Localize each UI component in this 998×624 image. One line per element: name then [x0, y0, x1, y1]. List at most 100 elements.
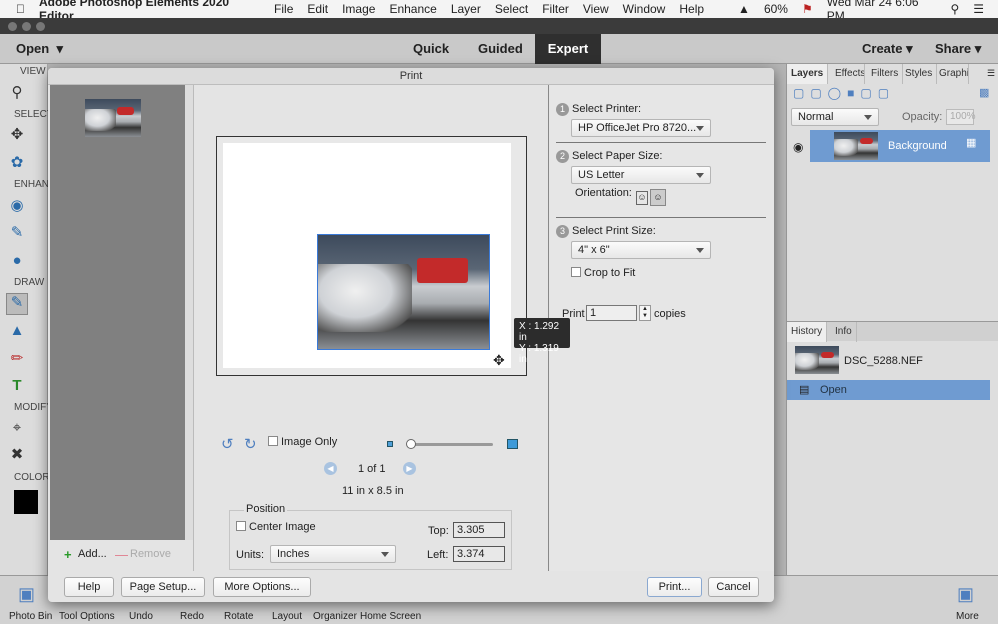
layer-lock-icon[interactable]: ▦	[966, 136, 976, 149]
share-button[interactable]: Share ▾	[935, 34, 981, 64]
photo-bin-icon[interactable]: ▣	[18, 584, 35, 605]
page-setup-button[interactable]: Page Setup...	[121, 577, 205, 597]
prev-page-button[interactable]: ◀	[324, 462, 337, 475]
units-select[interactable]: Inches	[270, 545, 396, 563]
tab-graphics[interactable]: Graphics	[935, 64, 969, 84]
menu-image[interactable]: Image	[342, 2, 375, 16]
foreground-color[interactable]	[14, 490, 38, 514]
minimize-button[interactable]	[22, 22, 31, 31]
rotate-right-icon[interactable]: ↻	[244, 435, 257, 453]
flag-icon[interactable]: ⚑	[802, 2, 813, 16]
tab-styles[interactable]: Styles	[901, 64, 938, 84]
center-image-checkbox[interactable]: Center Image	[236, 521, 316, 533]
create-button[interactable]: Create ▾	[862, 34, 913, 64]
portrait-orientation-button[interactable]: ☺	[636, 191, 648, 205]
blur-tool-icon[interactable]: ●	[8, 252, 26, 270]
zoom-slider[interactable]	[406, 439, 493, 449]
open-button[interactable]: Open ▾	[16, 34, 63, 64]
search-icon[interactable]: ⚲	[950, 2, 959, 16]
history-item-open[interactable]: ▤ Open	[787, 380, 990, 400]
menu-file[interactable]: File	[274, 2, 293, 16]
printer-select[interactable]: HP OfficeJet Pro 8720...	[571, 119, 711, 137]
mode-expert[interactable]: Expert	[535, 34, 601, 64]
menu-view[interactable]: View	[583, 2, 609, 16]
menu-layer[interactable]: Layer	[451, 2, 481, 16]
crop-tool-icon[interactable]: ⌖	[8, 419, 26, 437]
crop-to-fit-checkbox[interactable]: Crop to Fit	[571, 267, 635, 279]
menu-filter[interactable]: Filter	[542, 2, 569, 16]
zoom-button[interactable]	[36, 22, 45, 31]
more-options-button[interactable]: More Options...	[213, 577, 311, 597]
panel-menu-icon[interactable]: ☰	[987, 68, 995, 79]
image-only-checkbox[interactable]: Image Only	[268, 436, 337, 448]
tool-options-button[interactable]: Tool Options	[59, 611, 115, 622]
left-input[interactable]: 3.374	[453, 546, 505, 562]
step3-label: 3 Select Print Size:	[556, 225, 656, 238]
undo-button[interactable]: Undo	[129, 611, 153, 622]
organizer-button[interactable]: Organizer	[313, 611, 357, 622]
menu-select[interactable]: Select	[495, 2, 528, 16]
print-button[interactable]: Print...	[647, 577, 702, 597]
eject-icon[interactable]: ▲	[738, 2, 750, 16]
eye-tool-icon[interactable]: ◉	[8, 197, 26, 215]
menu-enhance[interactable]: Enhance	[389, 2, 436, 16]
home-screen-button[interactable]: Home Screen	[360, 611, 421, 622]
type-tool-icon[interactable]: T	[8, 377, 26, 395]
remove-button[interactable]: Remove	[130, 548, 171, 560]
zoom-large-icon	[507, 439, 518, 449]
menu-help[interactable]: Help	[679, 2, 704, 16]
move-tool-icon[interactable]: ✥	[8, 126, 26, 144]
paper-size-select[interactable]: US Letter	[571, 166, 711, 184]
next-page-button[interactable]: ▶	[403, 462, 416, 475]
photo-bin-button[interactable]: Photo Bin	[9, 611, 52, 622]
landscape-orientation-button[interactable]: ☺	[650, 189, 666, 206]
more-icon[interactable]: ▣	[957, 584, 974, 605]
history-item-file[interactable]: DSC_5288.NEF	[844, 355, 923, 367]
lasso-tool-icon[interactable]: ✿	[8, 154, 26, 172]
eyedropper-icon[interactable]: ✏	[8, 350, 26, 368]
menu-window[interactable]: Window	[623, 2, 666, 16]
menu-edit[interactable]: Edit	[307, 2, 328, 16]
print-image[interactable]	[317, 234, 490, 350]
apple-icon[interactable]: 	[16, 2, 25, 16]
app-toolbar: Open ▾ Quick Guided Expert Create ▾ Shar…	[0, 34, 998, 64]
layer-tools-icons[interactable]: ▢▢◯■▢▢	[793, 86, 895, 100]
zoom-slider-thumb[interactable]	[406, 439, 416, 449]
print-size-select[interactable]: 4" x 6"	[571, 241, 711, 259]
rotate-left-icon[interactable]: ↺	[221, 435, 234, 453]
bucket-tool-icon[interactable]: ▲	[8, 322, 26, 340]
tab-filters[interactable]: Filters	[867, 64, 904, 84]
more-button[interactable]: More	[956, 611, 979, 622]
copies-input[interactable]: 1	[586, 305, 637, 321]
brush-tool-icon[interactable]: ✎	[8, 224, 26, 242]
zoom-tool-icon[interactable]: ⚲	[8, 84, 26, 102]
visibility-eye-icon[interactable]: ◉	[793, 140, 803, 154]
tab-info[interactable]: Info	[831, 322, 857, 342]
left-label: Left:	[427, 549, 449, 561]
close-button[interactable]	[8, 22, 17, 31]
rotate-button[interactable]: Rotate	[224, 611, 253, 622]
add-button[interactable]: Add...	[78, 548, 107, 560]
recompose-tool-icon[interactable]: ✖	[8, 446, 26, 464]
thumbnail-panel	[50, 85, 195, 540]
layout-button[interactable]: Layout	[272, 611, 302, 622]
opacity-input[interactable]: 100%	[946, 109, 976, 125]
blend-mode-select[interactable]: Normal	[791, 108, 879, 126]
redo-button[interactable]: Redo	[180, 611, 204, 622]
cancel-button[interactable]: Cancel	[708, 577, 759, 597]
copies-stepper[interactable]: ▲ ▼	[639, 305, 651, 321]
print-thumbnail[interactable]	[85, 99, 141, 137]
layer-row-background[interactable]: Background ▦	[810, 130, 990, 162]
opacity-label: Opacity:	[902, 111, 943, 123]
battery-status[interactable]: 60%	[764, 2, 788, 16]
mode-guided[interactable]: Guided	[478, 34, 523, 64]
tab-effects[interactable]: Effects	[831, 64, 865, 84]
tab-layers[interactable]: Layers	[787, 64, 829, 84]
tab-history[interactable]: History	[787, 322, 828, 342]
paint-brush-icon[interactable]: ✎	[6, 293, 28, 315]
list-icon[interactable]: ☰	[973, 2, 984, 16]
help-button[interactable]: Help	[64, 577, 114, 597]
mode-quick[interactable]: Quick	[413, 34, 449, 64]
top-input[interactable]: 3.305	[453, 522, 505, 538]
trash-icon[interactable]: ▩	[979, 86, 989, 99]
